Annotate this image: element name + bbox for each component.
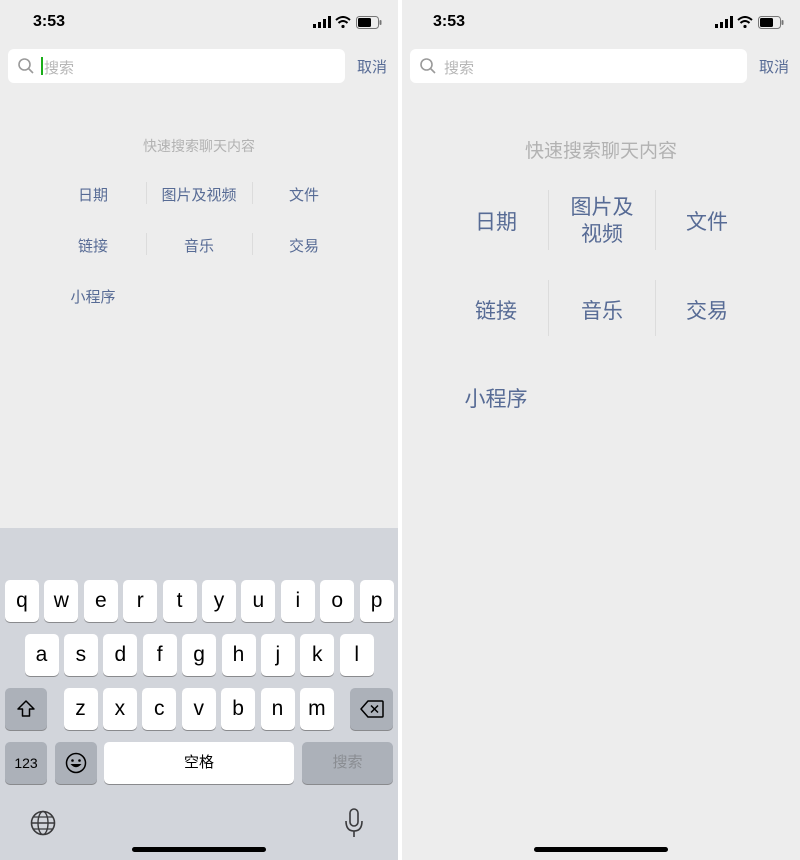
category-music[interactable]: 音乐: [550, 295, 654, 325]
key-y[interactable]: y: [202, 580, 236, 622]
key-l[interactable]: l: [339, 634, 374, 676]
divider: [146, 182, 147, 204]
search-key[interactable]: 搜索: [302, 742, 393, 784]
divider: [146, 233, 147, 255]
key-i[interactable]: i: [280, 580, 315, 622]
home-indicator: [534, 847, 668, 852]
category-media-line1: 图片及: [570, 195, 634, 219]
divider: [655, 280, 656, 336]
category-media-line2: 视频: [581, 222, 623, 246]
numbers-key[interactable]: 123: [5, 742, 47, 784]
key-x[interactable]: x: [102, 688, 137, 730]
search-placeholder: 搜索: [444, 59, 475, 77]
status-bar: 3:53: [0, 0, 398, 44]
search-icon: [420, 58, 436, 74]
category-trade[interactable]: 交易: [657, 295, 757, 325]
key-p[interactable]: p: [359, 580, 394, 622]
cellular-signal-icon: [313, 16, 331, 28]
key-q[interactable]: q: [5, 580, 39, 622]
divider: [252, 233, 253, 255]
wifi-icon: [335, 16, 351, 28]
search-placeholder: 搜索: [44, 59, 75, 77]
cellular-signal-icon: [715, 16, 733, 28]
key-o[interactable]: o: [320, 580, 355, 622]
key-m[interactable]: m: [299, 688, 334, 730]
category-miniprogram[interactable]: 小程序: [43, 286, 143, 307]
search-hint: 快速搜索聊天内容: [524, 140, 677, 162]
category-link[interactable]: 链接: [446, 295, 546, 325]
key-n[interactable]: n: [260, 688, 295, 730]
divider: [548, 280, 549, 336]
key-e[interactable]: e: [83, 580, 118, 622]
key-u[interactable]: u: [241, 580, 276, 622]
battery-icon: [356, 16, 382, 29]
category-link[interactable]: 链接: [43, 235, 143, 256]
wifi-icon: [737, 16, 753, 28]
divider: [548, 190, 549, 250]
key-c[interactable]: c: [142, 688, 177, 730]
delete-icon: [359, 700, 384, 718]
key-a[interactable]: a: [24, 634, 59, 676]
status-time: 3:53: [33, 13, 66, 30]
key-t[interactable]: t: [162, 580, 197, 622]
phone-screen-left: 3:53 搜索 取消 快速搜索聊天内容 日期 图片及视频 文件 链接 音乐 交易: [0, 0, 398, 860]
divider: [655, 190, 656, 250]
phone-screen-right: 3:53 搜索 取消 快速搜索聊天内容 日期 图片及 视频 文件 链接 音乐 交…: [402, 0, 800, 860]
key-d[interactable]: d: [103, 634, 138, 676]
globe-icon[interactable]: [30, 810, 56, 836]
status-time: 3:53: [433, 13, 466, 30]
category-file[interactable]: 文件: [657, 206, 757, 236]
shift-icon: [17, 700, 35, 717]
key-r[interactable]: r: [123, 580, 158, 622]
category-date[interactable]: 日期: [446, 206, 546, 236]
category-media[interactable]: 图片及视频: [148, 184, 250, 205]
delete-key[interactable]: [350, 688, 393, 730]
key-z[interactable]: z: [63, 688, 98, 730]
key-h[interactable]: h: [221, 634, 256, 676]
key-g[interactable]: g: [182, 634, 217, 676]
category-miniprogram[interactable]: 小程序: [446, 383, 546, 413]
category-music[interactable]: 音乐: [148, 235, 250, 256]
key-s[interactable]: s: [63, 634, 98, 676]
status-bar: 3:53: [402, 0, 800, 44]
text-caret: [41, 57, 43, 75]
emoji-icon: [65, 752, 87, 774]
cancel-button[interactable]: 取消: [357, 56, 387, 77]
shift-key[interactable]: [5, 688, 47, 730]
battery-icon: [758, 16, 784, 29]
key-j[interactable]: j: [260, 634, 295, 676]
keyboard: qwertyuiop asdfghjkl zxcvbnm 123 空格 搜索: [0, 528, 398, 860]
category-date[interactable]: 日期: [43, 184, 143, 205]
category-trade[interactable]: 交易: [254, 235, 354, 256]
search-icon: [18, 58, 34, 74]
search-input[interactable]: 搜索: [410, 49, 747, 83]
key-k[interactable]: k: [300, 634, 335, 676]
cancel-button[interactable]: 取消: [759, 56, 789, 77]
key-v[interactable]: v: [181, 688, 216, 730]
microphone-icon[interactable]: [344, 808, 364, 838]
search-input[interactable]: 搜索: [8, 49, 345, 83]
key-f[interactable]: f: [142, 634, 177, 676]
key-b[interactable]: b: [221, 688, 256, 730]
category-file[interactable]: 文件: [254, 184, 354, 205]
search-hint: 快速搜索聊天内容: [143, 139, 255, 155]
divider: [252, 182, 253, 204]
key-w[interactable]: w: [44, 580, 79, 622]
space-key[interactable]: 空格: [104, 742, 294, 784]
emoji-key[interactable]: [55, 742, 97, 784]
category-media[interactable]: 图片及 视频: [550, 194, 654, 248]
home-indicator: [132, 847, 266, 852]
